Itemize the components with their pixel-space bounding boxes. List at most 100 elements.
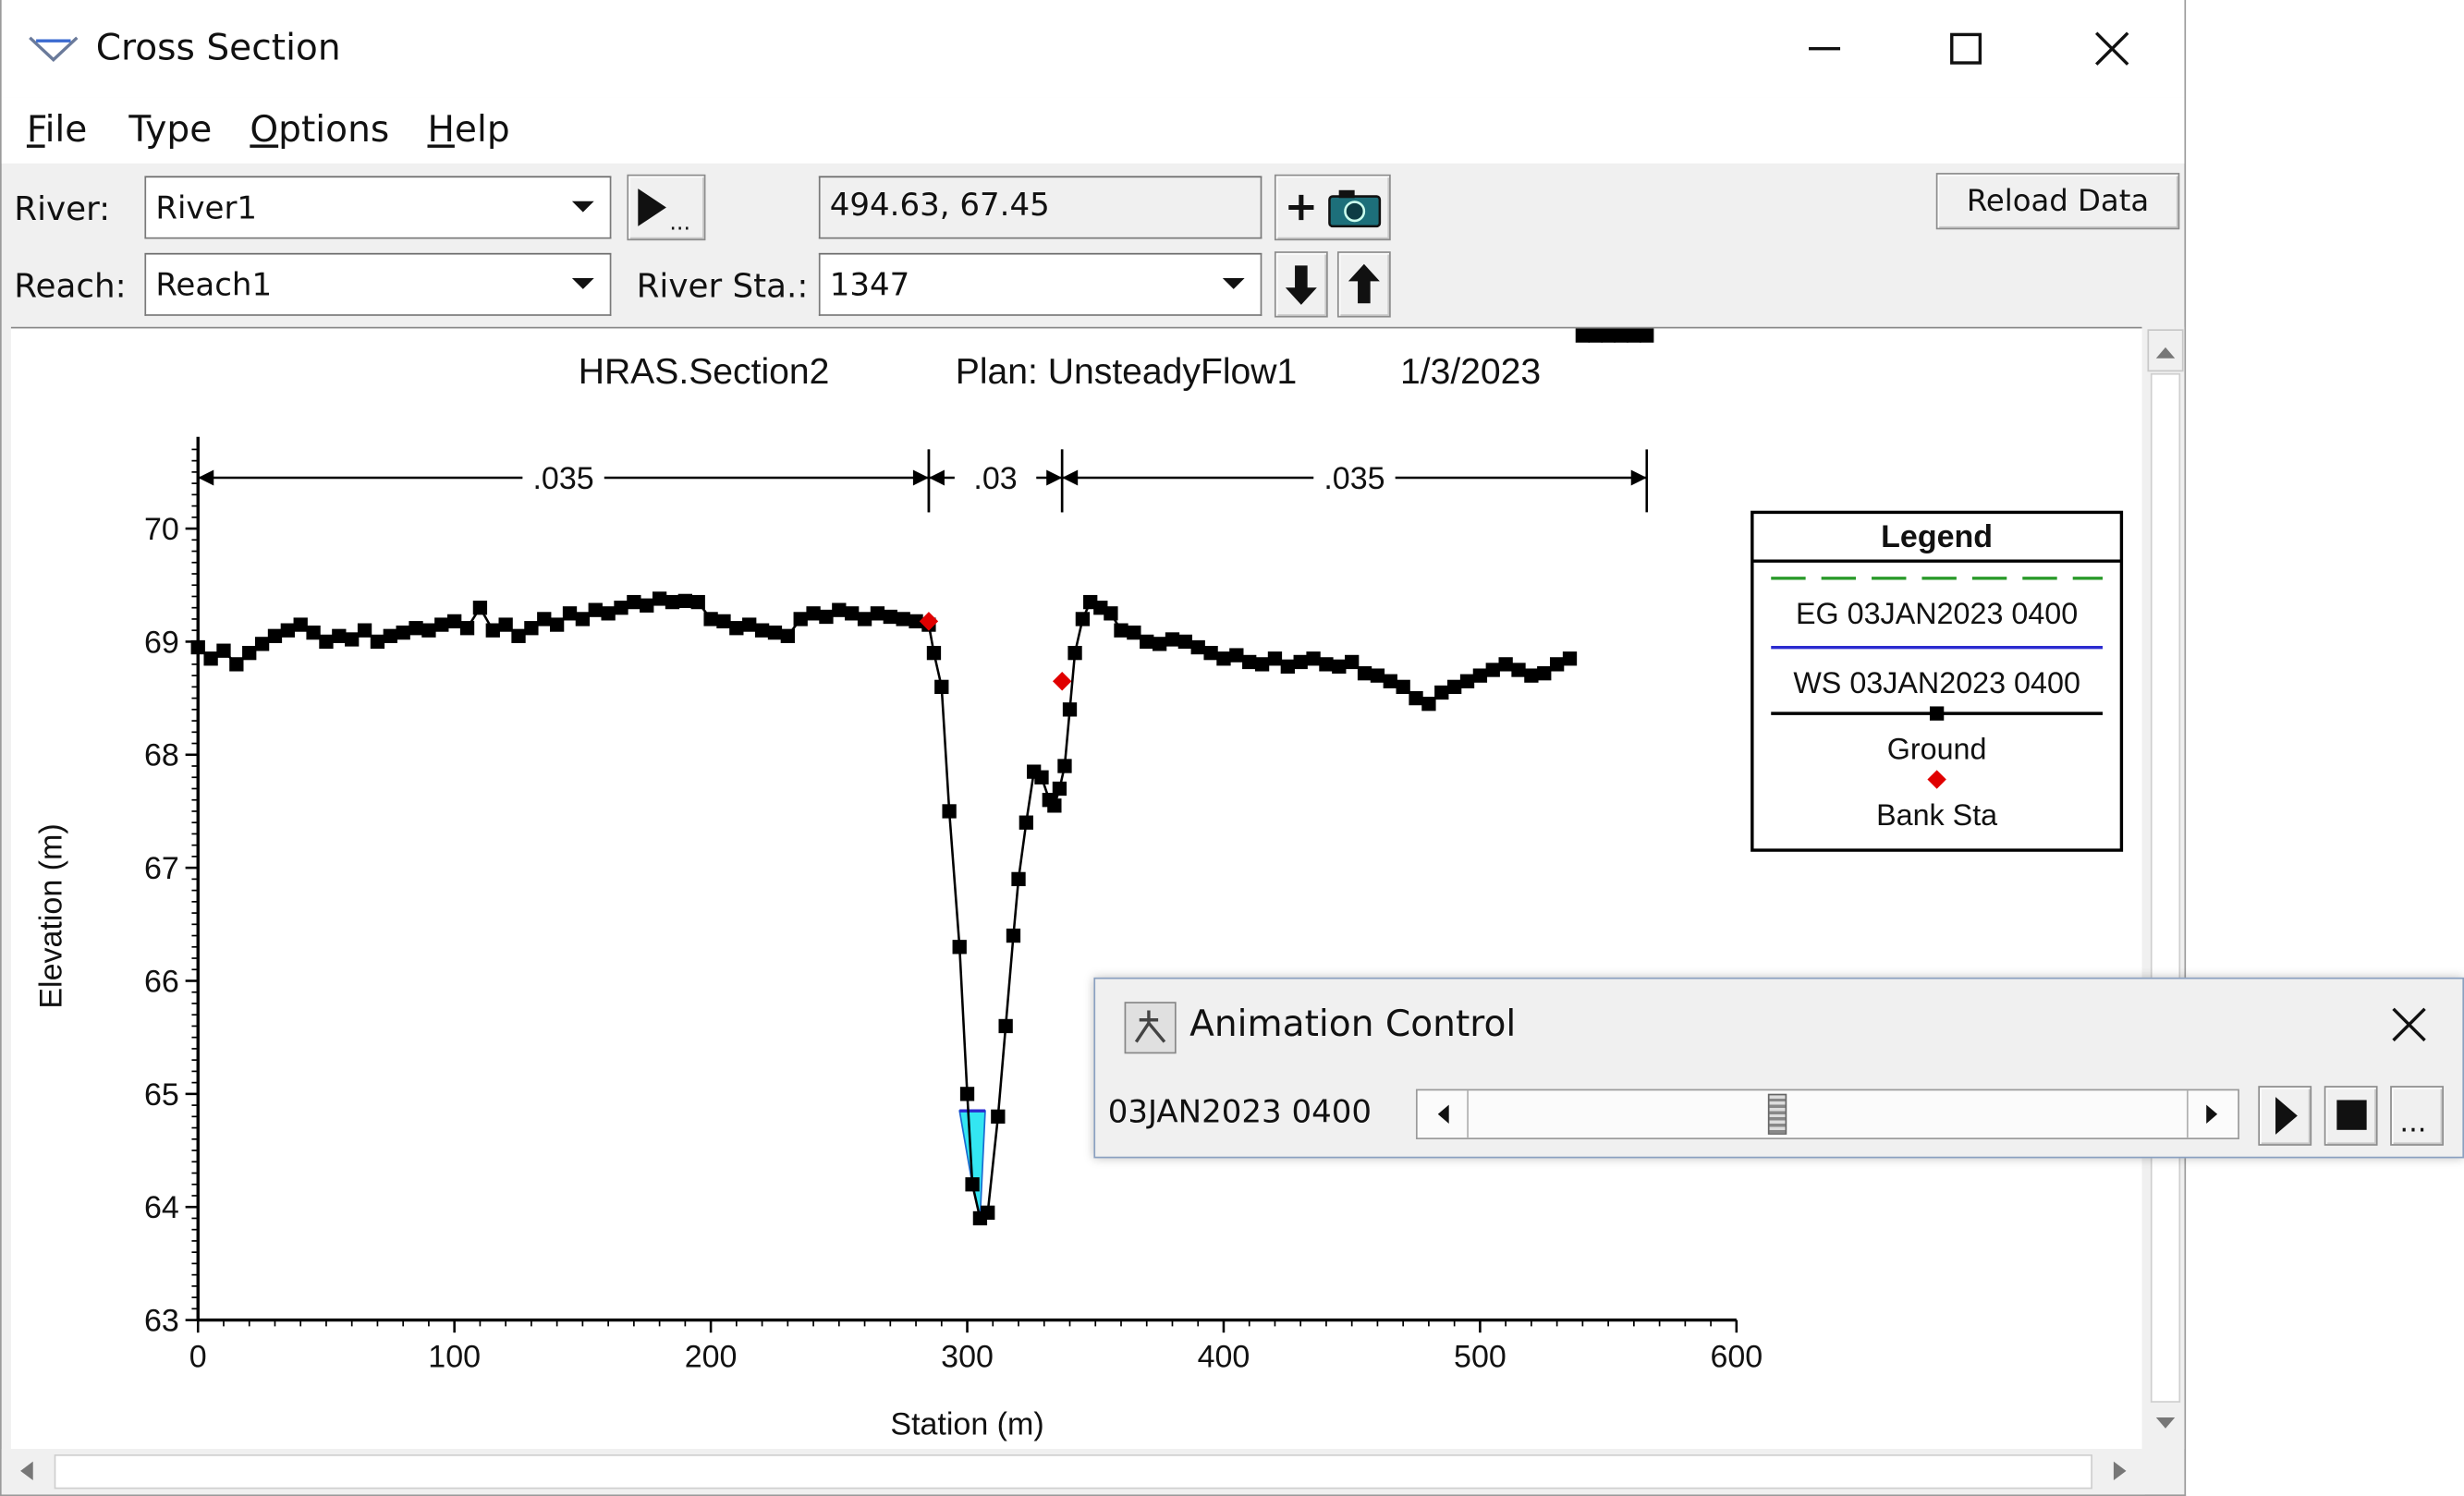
more-options-icon: ... [2399, 1107, 2426, 1139]
animation-options-button[interactable]: ... [2390, 1086, 2444, 1146]
ground-point [690, 594, 705, 610]
ground-point [1549, 657, 1565, 672]
reach-label: Reach: [14, 267, 127, 305]
ground-point [729, 621, 744, 636]
y-tick-label: 64 [144, 1190, 179, 1225]
ground-point [1614, 328, 1628, 343]
ground-point [1434, 685, 1449, 700]
ground-point [806, 606, 821, 621]
chevron-down-icon[interactable] [1207, 255, 1261, 315]
ground-point [562, 606, 578, 621]
river-station-select[interactable]: 1347 [818, 252, 1262, 316]
coordinate-readout: 494.63, 67.45 [818, 176, 1262, 239]
ground-point [396, 625, 410, 640]
ground-point [819, 609, 834, 625]
svg-text:...: ... [2399, 1107, 2426, 1139]
slider-thumb[interactable] [1767, 1093, 1787, 1135]
chevron-down-icon[interactable] [556, 177, 610, 237]
animation-close-button[interactable] [2362, 985, 2457, 1064]
x-tick-label: 0 [189, 1340, 207, 1375]
menu-help[interactable]: Help [418, 107, 519, 154]
ground-point [1447, 679, 1462, 695]
ground-point [1485, 663, 1500, 677]
mannings-n-label: .03 [973, 461, 1017, 496]
reload-data-button[interactable]: Reload Data [1935, 173, 2180, 230]
animation-stop-button[interactable] [2324, 1086, 2378, 1146]
ground-point [934, 679, 949, 695]
legend-label: WS 03JAN2023 0400 [1793, 666, 2080, 699]
ground-point [1203, 645, 1218, 661]
ground-point [254, 637, 270, 651]
ground-point [1280, 659, 1295, 674]
x-tick-label: 200 [685, 1340, 738, 1375]
y-tick-label: 70 [144, 512, 179, 547]
ground-point [216, 643, 231, 658]
ground-point [1306, 651, 1321, 666]
cross-section-window: Cross Section File Type Options Help Riv… [0, 0, 2187, 1496]
ground-point [1152, 637, 1167, 651]
ground-point [1254, 657, 1270, 672]
play-icon [2275, 1097, 2298, 1135]
ground-point [1057, 759, 1072, 773]
ground-point [421, 623, 436, 638]
svg-text:...: ... [669, 209, 690, 235]
x-axis-label: Station (m) [890, 1407, 1043, 1442]
mannings-arrowhead [1062, 469, 1079, 486]
legend-label: Ground [1887, 732, 1987, 765]
minimize-button[interactable] [1770, 9, 1880, 88]
next-station-down-button[interactable] [1274, 251, 1328, 318]
next-station-up-button[interactable] [1336, 251, 1391, 318]
ground-point [1114, 623, 1128, 638]
menu-bar: File Type Options Help [1, 97, 2185, 164]
cross-section-plot[interactable]: HRAS.Section2 Plan: UnsteadyFlow1 1/3/2023… [10, 326, 2142, 1450]
ground-point [1062, 702, 1078, 717]
vertical-scrollbar[interactable] [2144, 326, 2185, 1450]
close-icon [2392, 1007, 2426, 1042]
camera-icon [1288, 189, 1382, 228]
cross-section-app-icon [29, 36, 79, 62]
horizontal-scrollbar-track [20, 1453, 2127, 1490]
river-select[interactable]: River1 [144, 176, 612, 239]
cross-section-chart: HRAS.Section2 Plan: UnsteadyFlow1 1/3/2023… [33, 328, 2124, 1442]
maximize-button[interactable] [1911, 9, 2021, 88]
ground-point [1047, 798, 1062, 813]
legend-title: Legend [1881, 519, 1993, 554]
ground-point [383, 628, 397, 643]
animation-control-title: Animation Control [1189, 1003, 1517, 1045]
snapshot-button[interactable] [1274, 174, 1391, 241]
x-tick-label: 400 [1198, 1340, 1250, 1375]
river-value: River1 [155, 189, 258, 226]
ground-point [832, 602, 847, 617]
chevron-down-icon[interactable] [556, 255, 610, 315]
ground-point [614, 601, 628, 615]
mannings-arrowhead [928, 469, 945, 486]
ground-point [472, 601, 488, 615]
ground-point [793, 612, 808, 626]
arrow-down-icon [1285, 265, 1317, 305]
mannings-arrowhead [1630, 469, 1647, 486]
menu-options[interactable]: Options [240, 107, 398, 154]
ground-point [280, 623, 295, 638]
legend-label: Bank Sta [1876, 798, 1997, 832]
river-station-value: 1347 [829, 265, 910, 304]
ground-point [742, 617, 757, 632]
y-tick-label: 65 [144, 1077, 179, 1113]
ground-point [588, 602, 603, 617]
ground-point [1242, 654, 1257, 670]
ground-point [459, 621, 475, 636]
menu-file[interactable]: File [18, 107, 97, 154]
menu-type[interactable]: Type [119, 107, 221, 154]
y-tick-label: 69 [144, 625, 179, 660]
play-button[interactable]: ... [627, 174, 706, 241]
animation-time-slider[interactable] [1415, 1089, 2239, 1140]
play-more-icon: ... [638, 189, 690, 235]
close-button[interactable] [2057, 9, 2167, 88]
title-bar[interactable]: Cross Section [1, 0, 2185, 98]
horizontal-scrollbar[interactable] [1, 1449, 2145, 1495]
ground-point [754, 623, 770, 638]
ground-point [1190, 639, 1205, 655]
animation-play-button[interactable] [2258, 1086, 2312, 1146]
reach-select[interactable]: Reach1 [144, 252, 612, 316]
y-tick-label: 66 [144, 964, 179, 999]
ground-point [1421, 697, 1436, 712]
